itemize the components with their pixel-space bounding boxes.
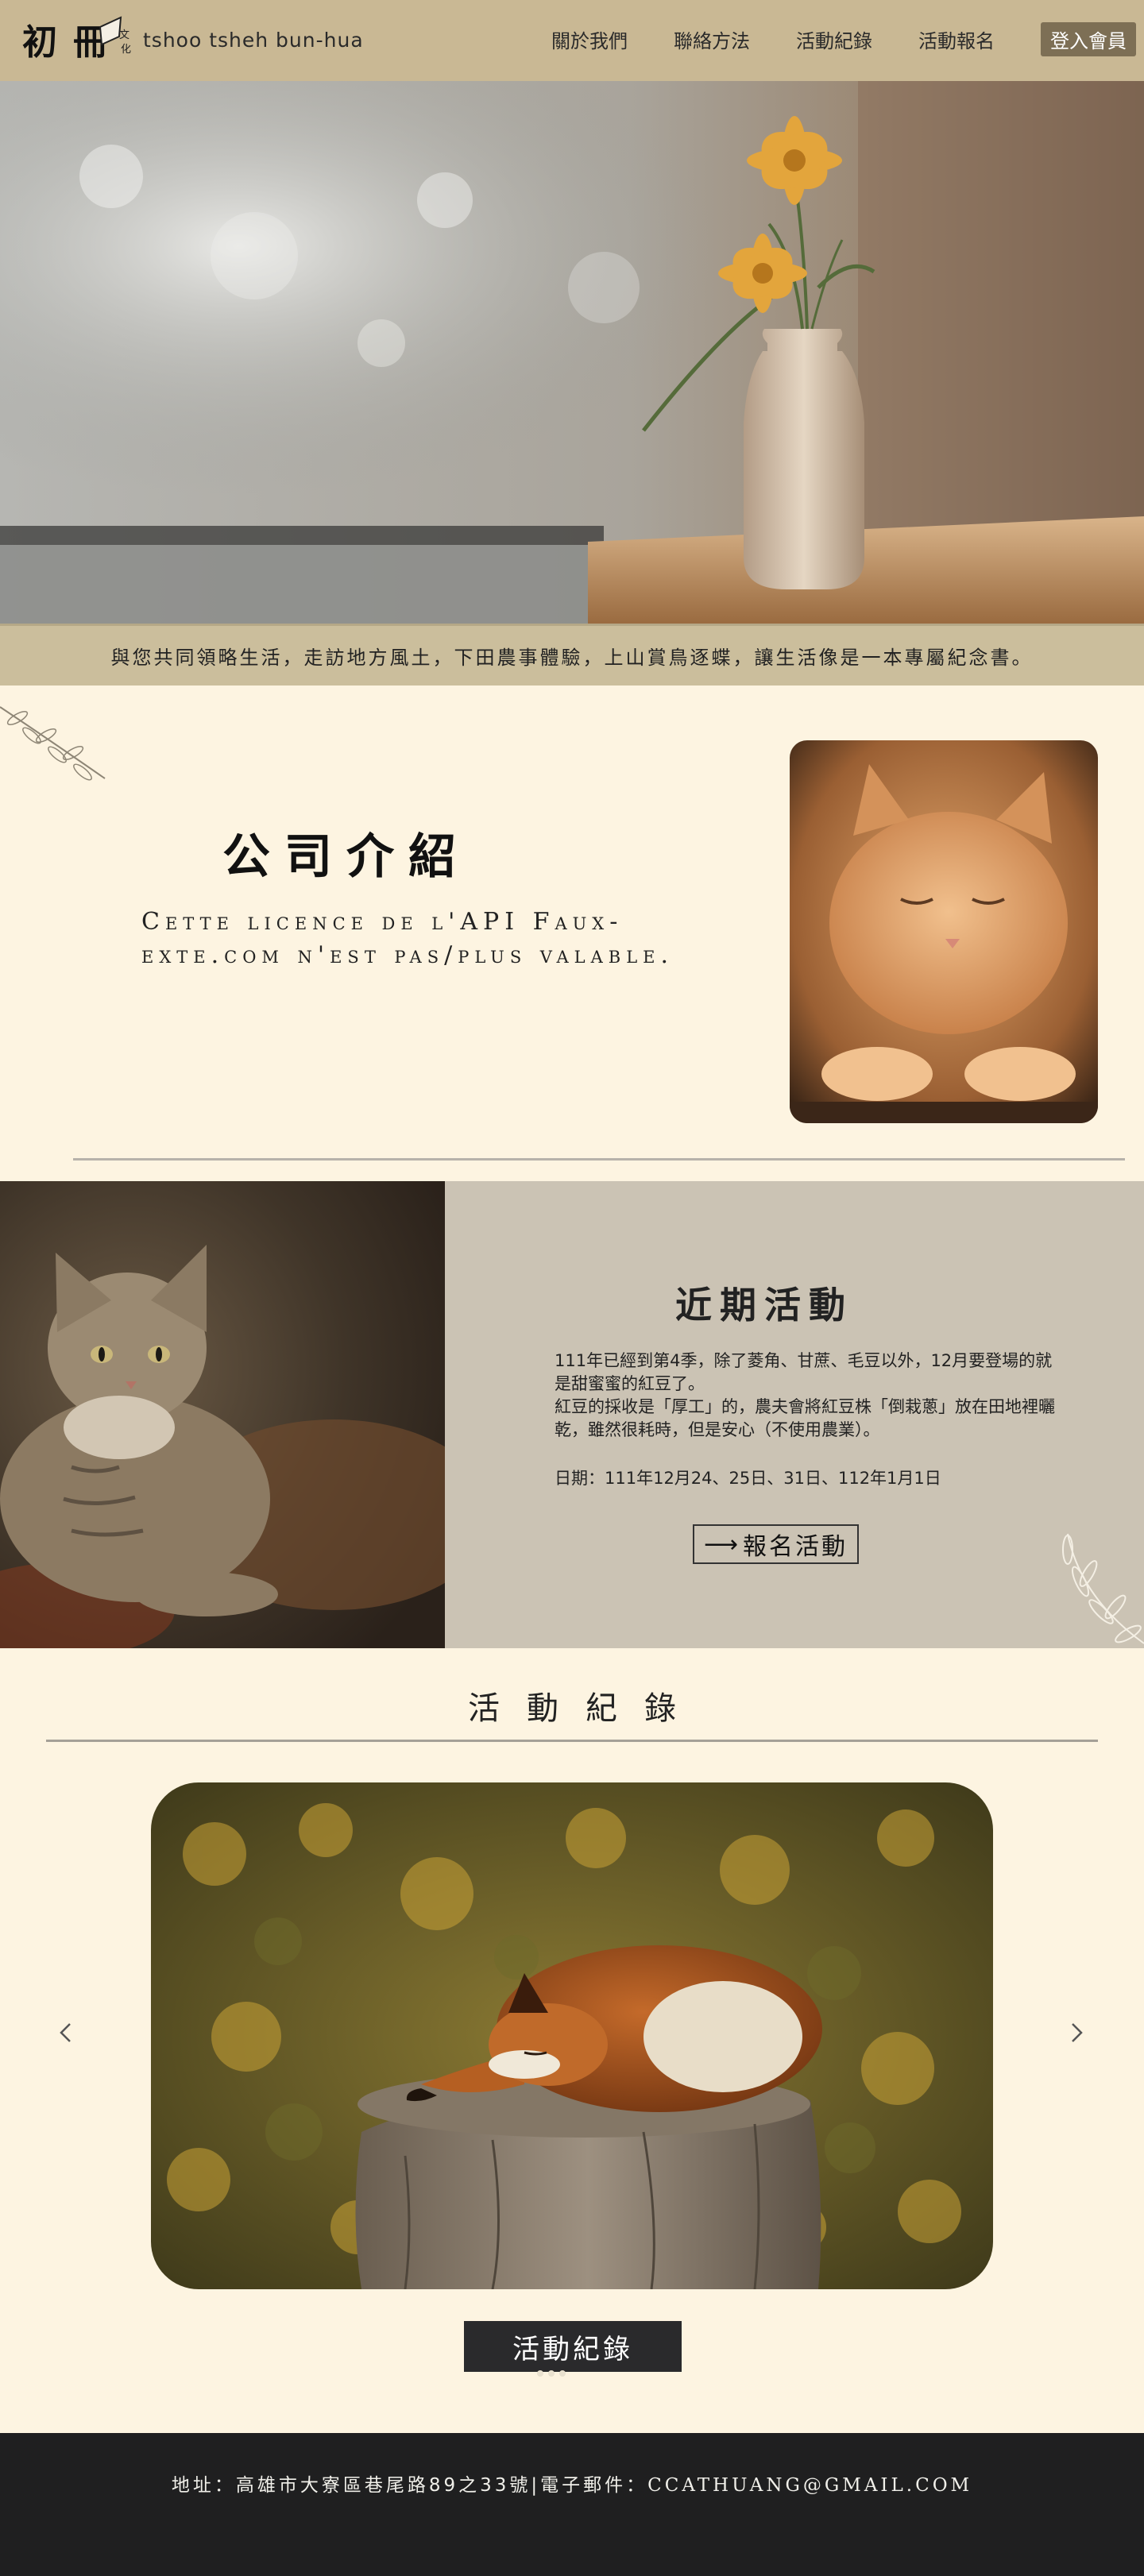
svg-text:化: 化: [121, 44, 131, 56]
recent-events-title: 近期活動: [675, 1284, 853, 1327]
nav-records[interactable]: 活動紀錄: [796, 25, 872, 53]
company-intro-text: Cette licence de l'API Faux-exte.com n'e…: [141, 908, 674, 969]
carousel-indicators: [537, 2370, 566, 2377]
carousel-dot[interactable]: [548, 2370, 555, 2377]
hero-tagline: 與您共同領略生活，走訪地方風土，下田農事體驗，上山賞鳥逐蝶，讓生活像是一本專屬紀…: [110, 647, 1034, 669]
tabby-cat-image: [0, 1181, 445, 1648]
footer-address: 地址：高雄市大寮區巷尾路89之33號: [171, 2475, 531, 2496]
footer-email-link[interactable]: CCATHUANG@GMAIL.COM: [647, 2475, 972, 2496]
carousel-prev-icon[interactable]: [54, 2021, 78, 2045]
main-nav: 關於我們 聯絡方法 活動紀錄 活動報名 登入會員: [551, 22, 1136, 56]
footer-contact: 地址：高雄市大寮區巷尾路89之33號|電子郵件：CCATHUANG@GMAIL.…: [0, 2470, 1144, 2497]
site-footer: 地址：高雄市大寮區巷尾路89之33號|電子郵件：CCATHUANG@GMAIL.…: [0, 2433, 1144, 2576]
tagline-bar: 與您共同領略生活，走訪地方風土，下田農事體驗，上山賞鳥逐蝶，讓生活像是一本專屬紀…: [0, 624, 1144, 686]
event-description: 111年已經到第4季，除了菱角、甘蔗、毛豆以外，12月要登場的就是甜蜜蜜的紅豆了…: [555, 1350, 1063, 1442]
svg-text:文: 文: [119, 29, 129, 41]
footer-separator: |: [531, 2475, 541, 2496]
sleeping-cat-image: [790, 740, 1098, 1123]
arrow-right-icon: ⟶: [704, 1530, 739, 1558]
nav-contact[interactable]: 聯絡方法: [674, 25, 750, 53]
carousel-next-icon[interactable]: [1065, 2021, 1088, 2045]
section-divider: [46, 1740, 1098, 1742]
signup-event-label: 報名活動: [743, 1533, 848, 1561]
event-paragraph: 紅豆的採收是「厚工」的，農夫會將紅豆株「倒栽蔥」放在田地裡曬乾，雖然很耗時，但是…: [555, 1397, 1055, 1439]
nav-about[interactable]: 關於我們: [551, 25, 628, 53]
event-date: 日期：111年12月24、25日、31日、112年1月1日: [555, 1469, 941, 1488]
leaf-decoration-icon: [0, 699, 111, 790]
section-divider: [73, 1158, 1125, 1161]
activity-records-button[interactable]: 活動紀錄: [464, 2321, 682, 2372]
recent-events-panel: 近期活動 111年已經到第4季，除了菱角、甘蔗、毛豆以外，12月要登場的就是甜蜜…: [445, 1181, 1144, 1648]
brand-logo[interactable]: 初 冊 文 化: [21, 13, 132, 68]
leaf-decoration-icon: [1057, 1518, 1144, 1648]
event-paragraph: 111年已經到第4季，除了菱角、甘蔗、毛豆以外，12月要登場的就是甜蜜蜜的紅豆了…: [555, 1351, 1053, 1393]
signup-event-button[interactable]: ⟶ 報名活動: [693, 1524, 860, 1564]
footer-email-label: 電子郵件：: [540, 2475, 648, 2496]
site-header: 初 冊 文 化 tshoo tsheh bun-hua 關於我們 聯絡方法 活動…: [0, 0, 1144, 81]
svg-text:初: 初: [22, 22, 57, 63]
company-intro-title: 公司介紹: [222, 829, 470, 885]
carousel-dot[interactable]: [559, 2370, 566, 2377]
brand-subtitle: tshoo tsheh bun-hua: [143, 29, 364, 52]
hero-image: [0, 81, 1144, 624]
nav-signup[interactable]: 活動報名: [918, 25, 995, 53]
login-button[interactable]: 登入會員: [1041, 22, 1136, 56]
carousel-dot[interactable]: [537, 2370, 543, 2377]
activity-records-title: 活動紀錄: [468, 1690, 703, 1727]
carousel-slide-image: [151, 1782, 993, 2289]
